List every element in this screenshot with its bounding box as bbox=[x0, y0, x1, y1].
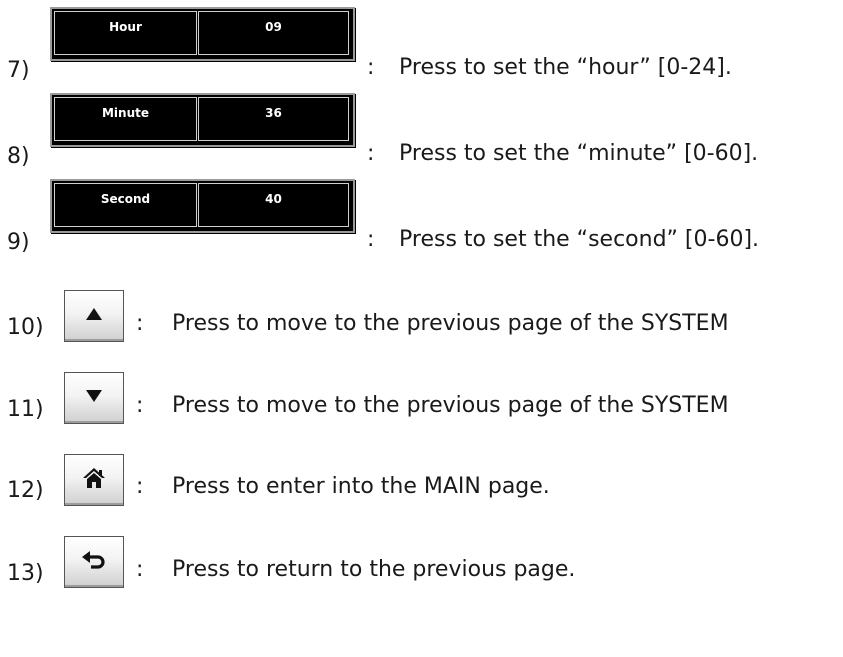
separator: : bbox=[136, 393, 144, 418]
second-label: Second bbox=[54, 183, 197, 227]
hour-description: Press to set the “hour” [0-24]. bbox=[399, 55, 732, 80]
separator: : bbox=[367, 55, 375, 80]
down-arrow-icon bbox=[80, 382, 108, 410]
second-value[interactable]: 40 bbox=[198, 183, 349, 227]
home-description: Press to enter into the MAIN page. bbox=[172, 474, 550, 499]
page-down-description: Press to move to the previous page of th… bbox=[172, 393, 729, 418]
hour-label: Hour bbox=[54, 11, 197, 55]
page-down-button[interactable] bbox=[64, 372, 124, 424]
return-button[interactable] bbox=[64, 536, 124, 588]
minute-setting-panel[interactable]: Minute 36 bbox=[50, 93, 355, 147]
return-description: Press to return to the previous page. bbox=[172, 557, 576, 582]
minute-description: Press to set the “minute” [0-60]. bbox=[399, 141, 759, 166]
item-number: 9) bbox=[7, 230, 30, 255]
separator: : bbox=[136, 557, 144, 582]
item-number: 7) bbox=[7, 58, 30, 83]
separator: : bbox=[136, 311, 144, 336]
separator: : bbox=[367, 141, 375, 166]
separator: : bbox=[367, 227, 375, 252]
hour-setting-panel[interactable]: Hour 09 bbox=[50, 7, 355, 61]
second-setting-panel[interactable]: Second 40 bbox=[50, 179, 355, 233]
minute-label: Minute bbox=[54, 97, 197, 141]
page-up-button[interactable] bbox=[64, 290, 124, 342]
hour-value[interactable]: 09 bbox=[198, 11, 349, 55]
separator: : bbox=[136, 474, 144, 499]
second-description: Press to set the “second” [0-60]. bbox=[399, 227, 760, 252]
return-icon bbox=[80, 546, 108, 574]
up-arrow-icon bbox=[80, 300, 108, 328]
item-number: 10) bbox=[7, 315, 44, 340]
page-up-description: Press to move to the previous page of th… bbox=[172, 311, 729, 336]
home-icon bbox=[80, 464, 108, 492]
minute-value[interactable]: 36 bbox=[198, 97, 349, 141]
item-number: 13) bbox=[7, 561, 44, 586]
item-number: 8) bbox=[7, 144, 30, 169]
item-number: 11) bbox=[7, 397, 44, 422]
item-number: 12) bbox=[7, 478, 44, 503]
home-button[interactable] bbox=[64, 454, 124, 506]
